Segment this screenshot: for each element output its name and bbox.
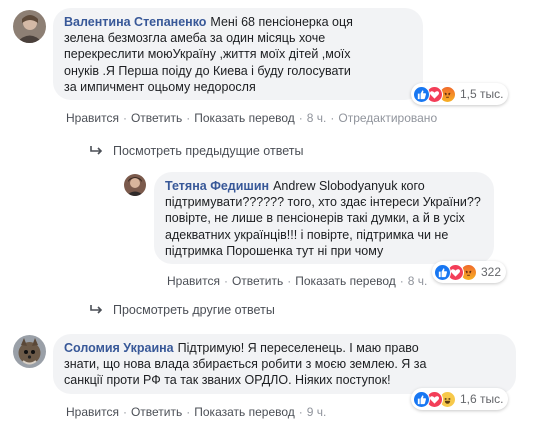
reaction-count: 1,5 тыс. xyxy=(460,87,504,101)
like-icon xyxy=(413,390,430,408)
comment-text-line: Підтримую! Я переселенець. І маю право xyxy=(177,341,419,355)
reply-link[interactable]: Ответить xyxy=(232,274,283,288)
comment-text-line: перекреслити моюУкраїну ,життя моїх діте… xyxy=(64,47,351,62)
view-other-replies-label[interactable]: Просмотреть другие ответы xyxy=(113,303,275,317)
reaction-count: 1,6 тыс. xyxy=(460,392,504,406)
avatar[interactable] xyxy=(13,335,46,368)
comment-text-line: Мені 68 пенсіонерка оця xyxy=(210,15,353,29)
view-previous-replies-label[interactable]: Посмотреть предыдущие ответы xyxy=(113,144,303,158)
separator: · xyxy=(298,405,303,419)
comment-text-line: підтримувати?????? того, хто здає інтере… xyxy=(165,195,481,210)
timestamp[interactable]: 8 ч. xyxy=(408,274,428,288)
avatar[interactable] xyxy=(13,10,46,43)
view-previous-replies[interactable]: Посмотреть предыдущие ответы xyxy=(90,144,303,158)
reaction-summary[interactable]: 322 xyxy=(432,261,507,283)
separator: · xyxy=(223,274,228,288)
separator: · xyxy=(287,274,292,288)
reply-arrow-icon xyxy=(90,146,103,155)
reaction-summary[interactable]: 1,6 тыс. xyxy=(411,388,509,410)
comment-text-line: підтримка Порошенка тут ні при чому xyxy=(165,243,384,258)
comment-text-line: за импичмент оцьому недоросля xyxy=(64,79,256,94)
separator: · xyxy=(298,111,303,125)
comment-actions: Нравится · Ответить · Показать перевод · 8 ч. xyxy=(167,274,427,288)
edited-label: Отредактировано xyxy=(338,111,438,125)
separator: · xyxy=(399,274,404,288)
avatar[interactable] xyxy=(124,174,146,196)
translate-link[interactable]: Показать перевод xyxy=(194,405,295,419)
like-link[interactable]: Нравится xyxy=(66,405,119,419)
separator: · xyxy=(330,111,335,125)
comment-author[interactable]: Соломия Украина xyxy=(64,341,174,355)
like-icon xyxy=(413,85,430,103)
reply-link[interactable]: Ответить xyxy=(131,111,182,125)
separator: · xyxy=(186,405,191,419)
comment-text-line: повірте, не лише в пенсіонерів такі думк… xyxy=(165,211,465,226)
reply-link[interactable]: Ответить xyxy=(131,405,182,419)
comment-text-line: санкції проти РФ та так званих ОРДЛО. Ні… xyxy=(64,373,391,388)
reply-arrow-icon xyxy=(90,305,103,314)
translate-link[interactable]: Показать перевод xyxy=(194,111,295,125)
comment-text-line: Andrew Slobodyanyuk кого xyxy=(273,179,425,193)
comment-author[interactable]: Тетяна Федишин xyxy=(165,179,269,193)
timestamp[interactable]: 9 ч. xyxy=(307,405,327,419)
reaction-summary[interactable]: 1,5 тыс. xyxy=(411,83,509,105)
reaction-count: 322 xyxy=(481,265,502,279)
separator: · xyxy=(122,111,127,125)
like-icon xyxy=(434,263,451,281)
timestamp[interactable]: 8 ч. xyxy=(307,111,327,125)
comment-actions: Нравится · Ответить · Показать перевод · 9 ч. xyxy=(66,405,326,419)
translate-link[interactable]: Показать перевод xyxy=(295,274,396,288)
view-other-replies[interactable]: Просмотреть другие ответы xyxy=(90,303,275,317)
comment-actions: Нравится · Ответить · Показать перевод · 8 ч. ·… xyxy=(66,111,437,125)
comment-text-line: онуків .Я Перша поіду до Киева і буду го… xyxy=(64,63,351,78)
comment-bubble: Тетяна Федишин Andrew Slobodyanyuk кого п… xyxy=(154,172,494,264)
comment-author[interactable]: Валентина Степаненко xyxy=(64,15,206,29)
comment-bubble: Соломия Украина Підтримую! Я переселенець… xyxy=(53,334,516,394)
comment-text-line: знати, що нова влада збирається робити з… xyxy=(64,357,427,372)
separator: · xyxy=(186,111,191,125)
comment-text-line: адекватних українців!!! і повірте, підтр… xyxy=(165,227,449,242)
separator: · xyxy=(122,405,127,419)
like-link[interactable]: Нравится xyxy=(167,274,220,288)
comment-bubble: Валентина Степаненко Мені 68 пенсіонерка … xyxy=(53,8,423,100)
comment-text-line: зелена безмозгла амеба за один місяць хо… xyxy=(64,31,326,46)
like-link[interactable]: Нравится xyxy=(66,111,119,125)
